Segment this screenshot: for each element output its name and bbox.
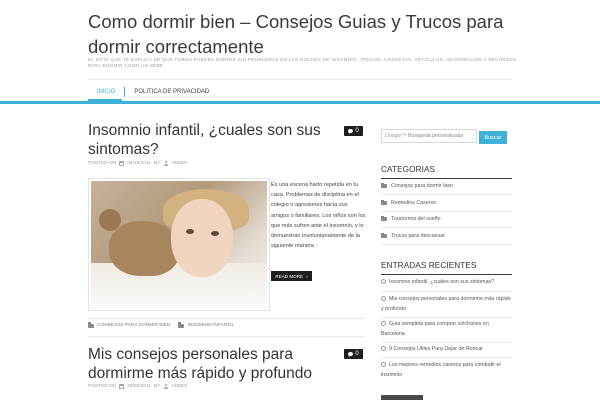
category-item[interactable]: Trucos para descansar (381, 232, 512, 239)
recent-post-label: Mis consejos personales para dormirme má… (381, 296, 511, 312)
search-button[interactable]: Buscar (479, 131, 507, 144)
site-title[interactable]: Como dormir bien – Consejos Guias y Truc… (88, 9, 508, 59)
site-description: EL SITIO QUE TE EXPLICA DE QUE FORMA PUE… (88, 57, 517, 68)
category-label: Remedios Caseros (391, 200, 437, 206)
recent-divider (381, 317, 512, 318)
clock-icon (381, 320, 386, 326)
by-label: BY (153, 384, 161, 389)
recent-post-item[interactable]: Guia completa para comprar colchones en … (381, 320, 512, 339)
post-author[interactable]: ADMIN (171, 161, 186, 166)
tag-item[interactable]: CONSEJOS PARA DORMIR BIEN (88, 322, 171, 328)
clock-icon (381, 361, 386, 367)
read-more-button[interactable]: READ MORE › (271, 271, 312, 281)
category-item[interactable]: Consejos para dormir bien (381, 182, 512, 189)
recent-post-item[interactable]: Insomnio infantil, ¿cuales son sus sinto… (381, 278, 512, 288)
nav-item-inicio[interactable]: INICIO (88, 89, 124, 95)
category-item[interactable]: Remedios Caseros (381, 199, 512, 206)
recent-post-label: 9 Consejos Utiles Para Dejar de Roncar (389, 346, 483, 352)
comment-icon (348, 352, 354, 357)
posted-on-label: POSTED ON (88, 161, 117, 166)
clock-icon (381, 345, 386, 351)
calendar-icon (119, 384, 125, 389)
category-label: Consejos para dormir bien (391, 183, 454, 189)
comment-count: 0 (355, 351, 359, 357)
post-meta: POSTED ON 04/10/2011 BY ADMIN (88, 161, 187, 166)
tags-divider-bottom (88, 336, 364, 337)
recent-post-item[interactable]: Los mejores remedios caseros para combat… (381, 361, 512, 380)
read-more-label: READ MORE (275, 273, 304, 279)
post-excerpt: Es una escena harto repetida en tu casa.… (271, 182, 366, 250)
category-divider (381, 194, 512, 195)
recent-posts-title: ENTRADAS RECIENTES (381, 261, 477, 270)
by-label: BY (153, 161, 161, 166)
post-title[interactable]: Insomnio infantil, ¿cuales son sus sinto… (88, 121, 338, 159)
tags-divider (88, 318, 364, 319)
recent-post-item[interactable]: 9 Consejos Utiles Para Dejar de Roncar (381, 345, 512, 355)
sidebar-banner-image[interactable] (381, 395, 423, 400)
clock-icon (381, 278, 386, 284)
calendar-icon (119, 161, 125, 166)
post-meta: POSTED ON 29/09/2011 BY ADMIN (88, 384, 187, 389)
categories-title: CATEGORIAS (381, 165, 436, 174)
category-divider (381, 227, 512, 228)
folder-icon (178, 322, 185, 328)
recent-divider (381, 342, 512, 343)
folder-icon (88, 322, 94, 328)
recent-post-label: Los mejores remedios caseros para combat… (381, 362, 501, 378)
chevron-right-icon: › (306, 273, 308, 279)
folder-icon (381, 199, 387, 205)
post-title[interactable]: Mis consejos personales para dormirme má… (88, 345, 338, 383)
comment-icon (348, 129, 354, 134)
tag-label: CONSEJOS PARA DORMIR BIEN (97, 323, 171, 328)
category-divider (381, 244, 512, 245)
tag-label: INSOMNIO INFANTIL (187, 323, 235, 328)
widget-title-rule (381, 274, 512, 275)
post-date[interactable]: 04/10/2011 (127, 161, 151, 166)
search-input[interactable]: Google™ Búsqueda personalizada (381, 129, 477, 143)
recent-post-item[interactable]: Mis consejos personales para dormirme má… (381, 295, 512, 314)
search-placeholder: Búsqueda personalizada (408, 133, 464, 139)
folder-icon (381, 215, 387, 221)
google-label: Google™ (385, 133, 407, 139)
user-icon (163, 161, 168, 166)
tag-item[interactable]: INSOMNIO INFANTIL (178, 322, 235, 328)
category-divider (381, 211, 512, 212)
post-date[interactable]: 29/09/2011 (127, 384, 151, 389)
comment-count: 0 (355, 128, 359, 134)
category-item[interactable]: Trastornos del sueño (381, 215, 512, 222)
nav-accent-bar (0, 101, 600, 104)
user-icon (163, 384, 168, 389)
post-tags: CONSEJOS PARA DORMIR BIEN INSOMNIO INFAN… (88, 322, 235, 328)
recent-divider (381, 291, 512, 292)
posted-on-label: POSTED ON (88, 384, 117, 389)
category-label: Trucos para descansar (391, 233, 445, 239)
nav-divider (88, 79, 512, 80)
post-author[interactable]: ADMIN (171, 384, 186, 389)
folder-icon (381, 232, 387, 238)
category-label: Trastornos del sueño (391, 216, 441, 222)
recent-post-label: Insomnio infantil, ¿cuales son sus sinto… (389, 279, 495, 285)
comment-count-badge[interactable]: 0 (344, 126, 363, 136)
recent-post-label: Guia completa para comprar colchones en … (381, 321, 489, 337)
nav-item-politica[interactable]: POLITICA DE PRIVACIDAD (125, 89, 218, 95)
comment-count-badge[interactable]: 0 (344, 349, 363, 359)
recent-divider (381, 357, 512, 358)
post-thumbnail[interactable] (88, 178, 270, 311)
clock-icon (381, 295, 386, 301)
widget-title-rule (381, 178, 512, 179)
folder-icon (381, 182, 387, 188)
child-with-teddy-image (91, 181, 267, 308)
